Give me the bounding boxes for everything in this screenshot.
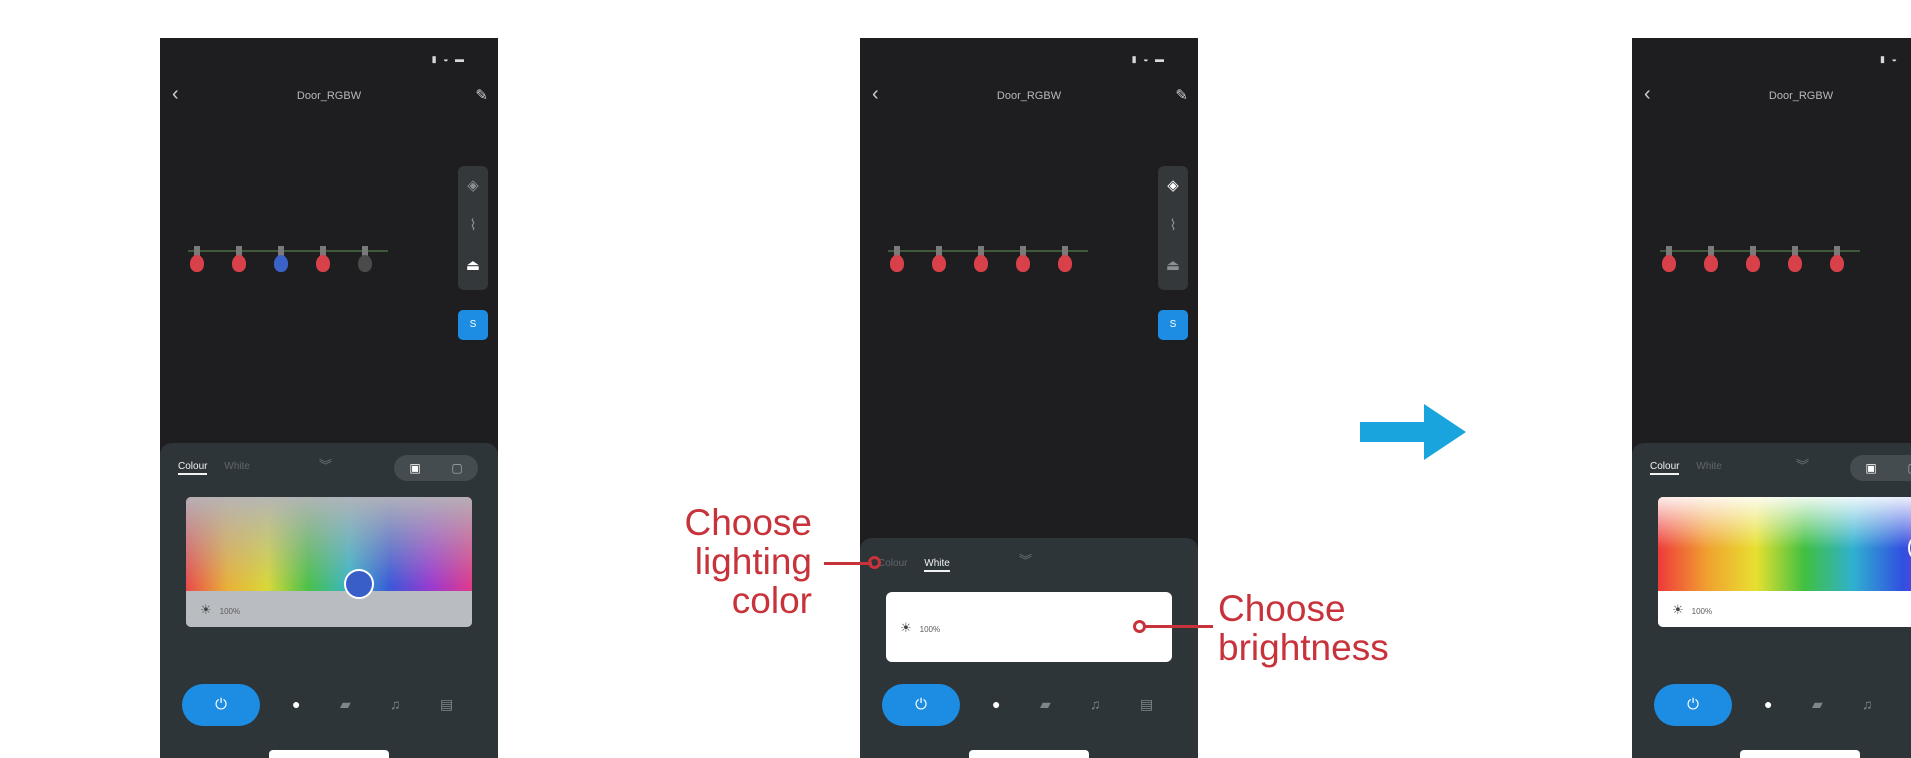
power-button[interactable]: ⏻ — [882, 684, 960, 726]
select-all-button[interactable]: S — [458, 310, 488, 340]
next-step-arrow-icon — [1360, 404, 1466, 460]
status-bar-icons: ▮ ◒ ▬ — [1131, 54, 1166, 64]
device-title: Door_RGBW — [1768, 90, 1834, 102]
paint-toolbar: ◈ ⌇ ⏏ — [1158, 166, 1188, 290]
bulb[interactable] — [1704, 246, 1718, 280]
annotation-choose-color: Choose lighting color — [684, 502, 812, 621]
picker-mode-toggle: ▣▢ — [1850, 455, 1911, 481]
chat-icon[interactable]: ▰ — [1040, 696, 1051, 713]
sun-icon: ☀ — [200, 602, 212, 617]
control-panel: Colour White ︾ ☀ 100% ⏻ ● ▰ ♫ ▤ — [860, 538, 1198, 758]
paint-toolbar: ◈ ⌇ ⏏ — [458, 166, 488, 290]
phone-screen-white: ▮ ◒ ▬ ‹ Door_RGBW ✎ ◈ ⌇ ⏏ S Colour White… — [860, 38, 1198, 758]
bulb[interactable] — [890, 246, 904, 280]
tab-bar: Colour White — [178, 461, 264, 475]
sun-icon: ☀ — [1672, 602, 1684, 617]
tab-white[interactable]: White — [224, 461, 250, 472]
power-button[interactable]: ⏻ — [1654, 684, 1732, 726]
bulb-icon[interactable]: ● — [292, 696, 300, 712]
brightness-value: ☀ 100% — [200, 602, 241, 617]
eraser-icon[interactable]: ⏏ — [1158, 246, 1188, 286]
tab-colour[interactable]: Colour — [878, 558, 907, 569]
annotation-choose-brightness: Choose brightness — [1218, 588, 1389, 668]
chat-icon[interactable]: ▰ — [1812, 696, 1823, 713]
color-picker[interactable]: ☀ 100% — [1658, 497, 1911, 627]
bulb[interactable] — [1746, 246, 1760, 280]
bottom-dock: ⏻ ● ▰ ♫ — [1632, 684, 1911, 728]
control-panel: Colour White ︾ ▣▢ ☀100% ⏻ ● ▰ ♫ — [1632, 443, 1911, 758]
select-all-button[interactable]: S — [1158, 310, 1188, 340]
bulb[interactable] — [1788, 246, 1802, 280]
edit-icon[interactable]: ✎ — [1175, 86, 1188, 104]
status-bar-icons: ▮ ◒ ▬ — [431, 54, 466, 64]
bulb[interactable] — [974, 246, 988, 280]
bulb[interactable] — [232, 246, 246, 280]
brush-icon[interactable]: ⌇ — [458, 206, 488, 246]
collapse-chevron-icon[interactable]: ︾ — [1796, 455, 1809, 474]
home-indicator — [969, 750, 1089, 758]
brightness-value: ☀ 100% — [1672, 602, 1713, 617]
schedule-icon[interactable]: ▤ — [1140, 696, 1153, 713]
tab-colour[interactable]: Colour — [1650, 461, 1680, 475]
status-bar-icons: ▮ ◒ — [1880, 54, 1899, 64]
fill-bucket-icon[interactable]: ◈ — [1158, 166, 1188, 206]
tab-colour[interactable]: Colour — [178, 461, 208, 475]
schedule-icon[interactable]: ▤ — [440, 696, 453, 713]
tab-white[interactable]: White — [1696, 461, 1722, 472]
collapse-chevron-icon[interactable]: ︾ — [319, 455, 332, 474]
bottom-dock: ⏻ ● ▰ ♫ ▤ — [860, 684, 1198, 728]
power-button[interactable]: ⏻ — [182, 684, 260, 726]
fill-bucket-icon[interactable]: ◈ — [458, 166, 488, 206]
brightness-row[interactable]: ☀ 100% — [186, 591, 472, 627]
chat-icon[interactable]: ▰ — [340, 696, 351, 713]
sun-icon: ☀ — [900, 620, 912, 635]
brightness-value: ☀ 100% — [900, 620, 941, 635]
device-title: Door_RGBW — [996, 90, 1062, 102]
control-panel: Colour White ︾ ▣ ▢ ☀ 100% ⏻ ● ▰ ♫ ▤ — [160, 443, 498, 758]
picker-swatch-icon[interactable]: ▢ — [1892, 455, 1911, 481]
bulb[interactable] — [190, 246, 204, 280]
bulb[interactable] — [1830, 246, 1844, 280]
phone-screen-colour: ▮ ◒ ▬ ‹ Door_RGBW ✎ ◈ ⌇ ⏏ S Colour White… — [160, 38, 498, 758]
bulb[interactable] — [1058, 246, 1072, 280]
edit-icon[interactable]: ✎ — [475, 86, 488, 104]
bulb[interactable] — [1016, 246, 1030, 280]
collapse-chevron-icon[interactable]: ︾ — [1019, 550, 1032, 569]
device-title: Door_RGBW — [296, 90, 362, 102]
color-gradient[interactable] — [1658, 497, 1911, 591]
annotation-line — [1145, 625, 1213, 628]
color-picker[interactable]: ☀ 100% — [186, 497, 472, 627]
bulb[interactable] — [274, 246, 288, 280]
tab-bar: Colour White — [878, 558, 964, 572]
picker-gradient-icon[interactable]: ▣ — [394, 455, 436, 481]
bottom-dock: ⏻ ● ▰ ♫ ▤ — [160, 684, 498, 728]
home-indicator — [269, 750, 389, 758]
bulb-icon[interactable]: ● — [1764, 696, 1772, 712]
annotation-line — [824, 562, 872, 565]
annotation-marker — [868, 556, 881, 569]
color-picker-handle[interactable] — [344, 569, 374, 599]
music-icon[interactable]: ♫ — [1090, 696, 1101, 712]
bulb[interactable] — [358, 246, 372, 280]
brush-icon[interactable]: ⌇ — [1158, 206, 1188, 246]
home-indicator — [1740, 750, 1860, 758]
bulb[interactable] — [1662, 246, 1676, 280]
eraser-icon[interactable]: ⏏ — [458, 246, 488, 286]
music-icon[interactable]: ♫ — [390, 696, 401, 712]
phone-screen-colour-result: ▮ ◒ ‹ Door_RGBW Colour White ︾ ▣▢ ☀100% … — [1632, 38, 1911, 758]
picker-swatch-icon[interactable]: ▢ — [436, 455, 478, 481]
bulb-icon[interactable]: ● — [992, 696, 1000, 712]
bulb[interactable] — [316, 246, 330, 280]
bulb[interactable] — [932, 246, 946, 280]
music-icon[interactable]: ♫ — [1862, 696, 1873, 712]
brightness-row[interactable]: ☀ 100% — [1658, 591, 1911, 627]
picker-gradient-icon[interactable]: ▣ — [1850, 455, 1892, 481]
tab-bar: Colour White — [1650, 461, 1736, 475]
picker-mode-toggle: ▣▢ — [394, 455, 478, 481]
brightness-slider[interactable]: ☀ 100% — [886, 592, 1172, 662]
tab-white[interactable]: White — [924, 558, 950, 572]
